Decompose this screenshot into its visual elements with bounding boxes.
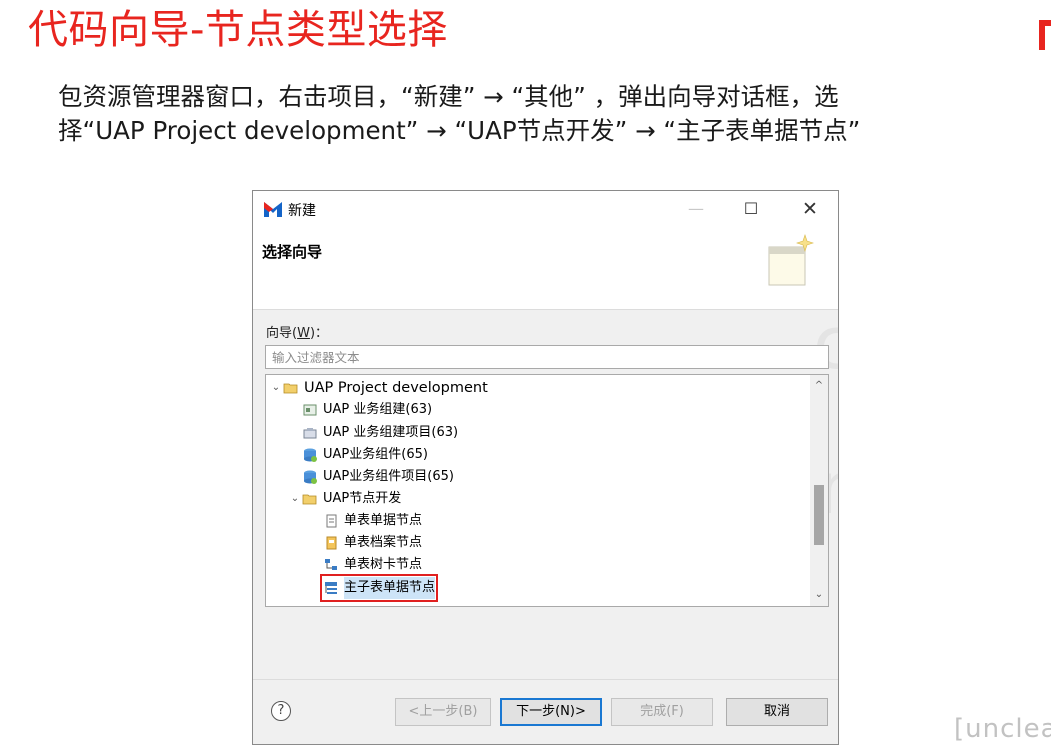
wizard-label: 向导(W)： — [266, 322, 328, 341]
tree-item-single-table-archive[interactable]: 单表档案节点 — [323, 532, 422, 554]
archive-icon — [326, 536, 337, 550]
tree-item-label: 单表树卡节点 — [344, 557, 423, 572]
slide-title: 代码向导-节点类型选择 — [28, 7, 448, 53]
instruction-text: 包资源管理器窗口，右击项目，“新建” → “其他” ，弹出向导对话框，选 择“U… — [58, 80, 1043, 148]
wizard-banner-icon — [768, 234, 814, 286]
tree-item-single-table-document[interactable]: 单表单据节点 — [323, 510, 422, 532]
help-button[interactable]: ? — [271, 701, 291, 721]
tree-item-uap-node-development[interactable]: ⌄ UAP节点开发 — [288, 488, 401, 510]
tree-item-label: 主子表单据节点 — [344, 577, 436, 599]
dialog-title: 新建 — [288, 203, 316, 219]
tree-item-uap-component[interactable]: UAP 业务组建(63) — [302, 399, 432, 421]
tree-item-label: UAP业务组件(65) — [323, 447, 428, 462]
wizard-label-post: )： — [309, 326, 329, 341]
new-wizard-dialog: c n 新建 — ☐ ✕ 选择向导 向导(W)： ⌄ UAP Project d… — [252, 190, 839, 745]
watermark-text: [unclear] — [954, 714, 1051, 744]
wizard-label-pre: 向导( — [266, 326, 298, 341]
scroll-down-icon[interactable]: ⌄ — [810, 586, 828, 604]
chevron-down-icon[interactable]: ⌄ — [269, 377, 283, 399]
tree-item-uap-business-component[interactable]: UAP业务组件(65) — [302, 444, 428, 466]
tree-scrollbar[interactable]: ^ ⌄ — [810, 375, 828, 606]
close-button[interactable]: ✕ — [795, 197, 825, 221]
folder-icon — [283, 383, 298, 394]
corner-logo-fragment — [1039, 20, 1051, 50]
title-bar[interactable]: 新建 — ☐ ✕ — [253, 191, 838, 227]
tree-item-uap-component-project[interactable]: UAP 业务组建项目(63) — [302, 422, 458, 444]
tree-card-icon — [325, 559, 337, 570]
tree-item-label: 单表单据节点 — [344, 513, 423, 528]
component-icon — [303, 404, 317, 416]
tree-item-label: UAP 业务组建项目(63) — [323, 425, 459, 440]
back-button[interactable]: <上一步(B) — [395, 698, 491, 726]
tree-item-label: UAP业务组件项目(65) — [323, 469, 454, 484]
minimize-button[interactable]: — — [681, 197, 711, 221]
chevron-down-icon[interactable]: ⌄ — [288, 488, 302, 510]
app-logo-icon — [264, 202, 282, 217]
project-icon — [303, 428, 317, 439]
database-icon — [304, 448, 317, 462]
tree-item-label: UAP Project development — [304, 380, 488, 396]
wizard-label-mnemonic: W — [297, 326, 310, 341]
filter-input[interactable] — [265, 345, 829, 369]
wizard-banner: 选择向导 — [253, 227, 838, 310]
tree-item-uap-business-component-project[interactable]: UAP业务组件项目(65) — [302, 466, 454, 488]
tree-item-label: 单表档案节点 — [344, 535, 423, 550]
footer-divider — [253, 679, 838, 680]
finish-button[interactable]: 完成(F) — [611, 698, 713, 726]
database-icon — [304, 470, 317, 484]
tree-item-label: UAP节点开发 — [323, 491, 402, 506]
background-watermark-c: c — [813, 301, 838, 385]
instruction-line-2: 择“UAP Project development” → “UAP节点开发” →… — [58, 116, 861, 145]
master-detail-icon — [325, 582, 337, 594]
banner-title: 选择向导 — [262, 243, 323, 261]
cancel-button[interactable]: 取消 — [726, 698, 828, 726]
tree-item-uap-project-development[interactable]: ⌄ UAP Project development — [269, 377, 488, 399]
wizard-tree[interactable]: ⌄ UAP Project development UAP 业务组建(63) U… — [265, 374, 829, 607]
scroll-up-icon[interactable]: ^ — [810, 377, 828, 395]
document-icon — [326, 514, 337, 528]
next-button[interactable]: 下一步(N)> — [500, 698, 602, 726]
instruction-line-1: 包资源管理器窗口，右击项目，“新建” → “其他” ，弹出向导对话框，选 — [58, 82, 839, 111]
tree-item-label: UAP 业务组建(63) — [323, 402, 433, 417]
scrollbar-thumb[interactable] — [814, 485, 824, 545]
maximize-button[interactable]: ☐ — [736, 197, 766, 221]
tree-item-single-table-tree-card[interactable]: 单表树卡节点 — [323, 554, 422, 576]
folder-icon — [302, 494, 317, 505]
tree-item-master-detail-document[interactable]: 主子表单据节点 — [319, 574, 439, 602]
